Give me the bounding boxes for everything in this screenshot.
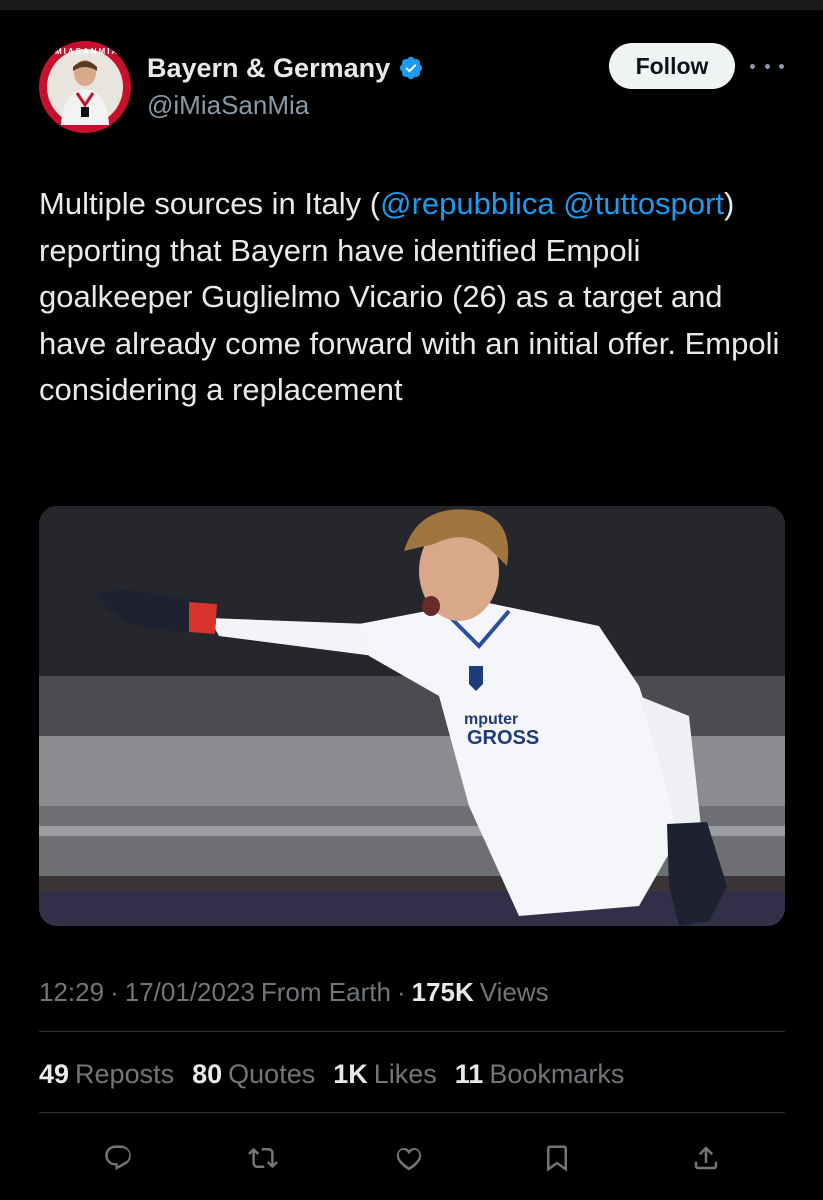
views-count: 175K (411, 976, 474, 1007)
tweet-text-start: Multiple sources in Italy ( (39, 186, 381, 221)
tweet-media-image[interactable]: mputer GROSS (39, 506, 785, 926)
reposts-stat[interactable]: 49 Reposts (39, 1059, 174, 1090)
tweet-date[interactable]: 17/01/2023 (125, 977, 255, 1008)
avatar[interactable]: IMIASANMIA (39, 41, 131, 133)
likes-label: Likes (373, 1058, 437, 1089)
share-icon[interactable] (682, 1134, 730, 1182)
engagement-stats: 49 Reposts 80 Quotes 1K Likes 11 Bookmar… (39, 1054, 624, 1094)
mention-link[interactable]: @repubblica (380, 186, 555, 221)
bookmarks-label: Bookmarks (489, 1058, 625, 1089)
mention-link[interactable]: @tuttosport (563, 186, 724, 221)
views-label: Views (479, 976, 549, 1007)
reply-icon[interactable] (94, 1134, 142, 1182)
meta-separator: · (396, 976, 406, 1007)
svg-text:GROSS: GROSS (467, 727, 539, 749)
avatar-ring-text: IMIASANMIA (50, 47, 120, 56)
divider (39, 1112, 785, 1113)
quotes-count: 80 (192, 1058, 223, 1089)
svg-text:mputer: mputer (464, 711, 518, 728)
likes-count: 1K (333, 1058, 368, 1089)
tweet-source: From Earth (260, 976, 391, 1007)
tweet-time[interactable]: 12:29 (39, 977, 104, 1008)
likes-stat[interactable]: 1K Likes (333, 1059, 437, 1090)
bookmarks-stat[interactable]: 11 Bookmarks (455, 1059, 625, 1090)
divider (39, 1031, 785, 1032)
more-dot (779, 63, 784, 69)
avatar-photo (47, 49, 123, 125)
tweet-text: Multiple sources in Italy (@repubblica @… (39, 181, 789, 414)
more-dot (750, 63, 755, 69)
author-display-name[interactable]: Bayern & Germany (147, 53, 390, 84)
bookmark-icon[interactable] (533, 1134, 581, 1182)
meta-separator: · (110, 976, 119, 1007)
reposts-label: Reposts (75, 1058, 175, 1089)
action-bar (0, 1134, 823, 1182)
quotes-stat[interactable]: 80 Quotes (192, 1059, 315, 1090)
author-handle[interactable]: @iMiaSanMia (147, 90, 309, 121)
bookmarks-count: 11 (454, 1058, 484, 1089)
top-status-strip (0, 0, 823, 10)
follow-button[interactable]: Follow (609, 43, 735, 89)
author-name-row[interactable]: Bayern & Germany (147, 50, 424, 86)
more-dot (764, 63, 770, 69)
reposts-count: 49 (39, 1058, 70, 1089)
like-icon[interactable] (385, 1134, 433, 1182)
repost-icon[interactable] (239, 1134, 287, 1182)
more-icon[interactable] (750, 54, 784, 78)
verified-badge-icon (398, 55, 424, 81)
quotes-label: Quotes (228, 1058, 316, 1089)
tweet-meta: 12:29 · 17/01/2023 From Earth · 175K Vie… (39, 973, 549, 1011)
